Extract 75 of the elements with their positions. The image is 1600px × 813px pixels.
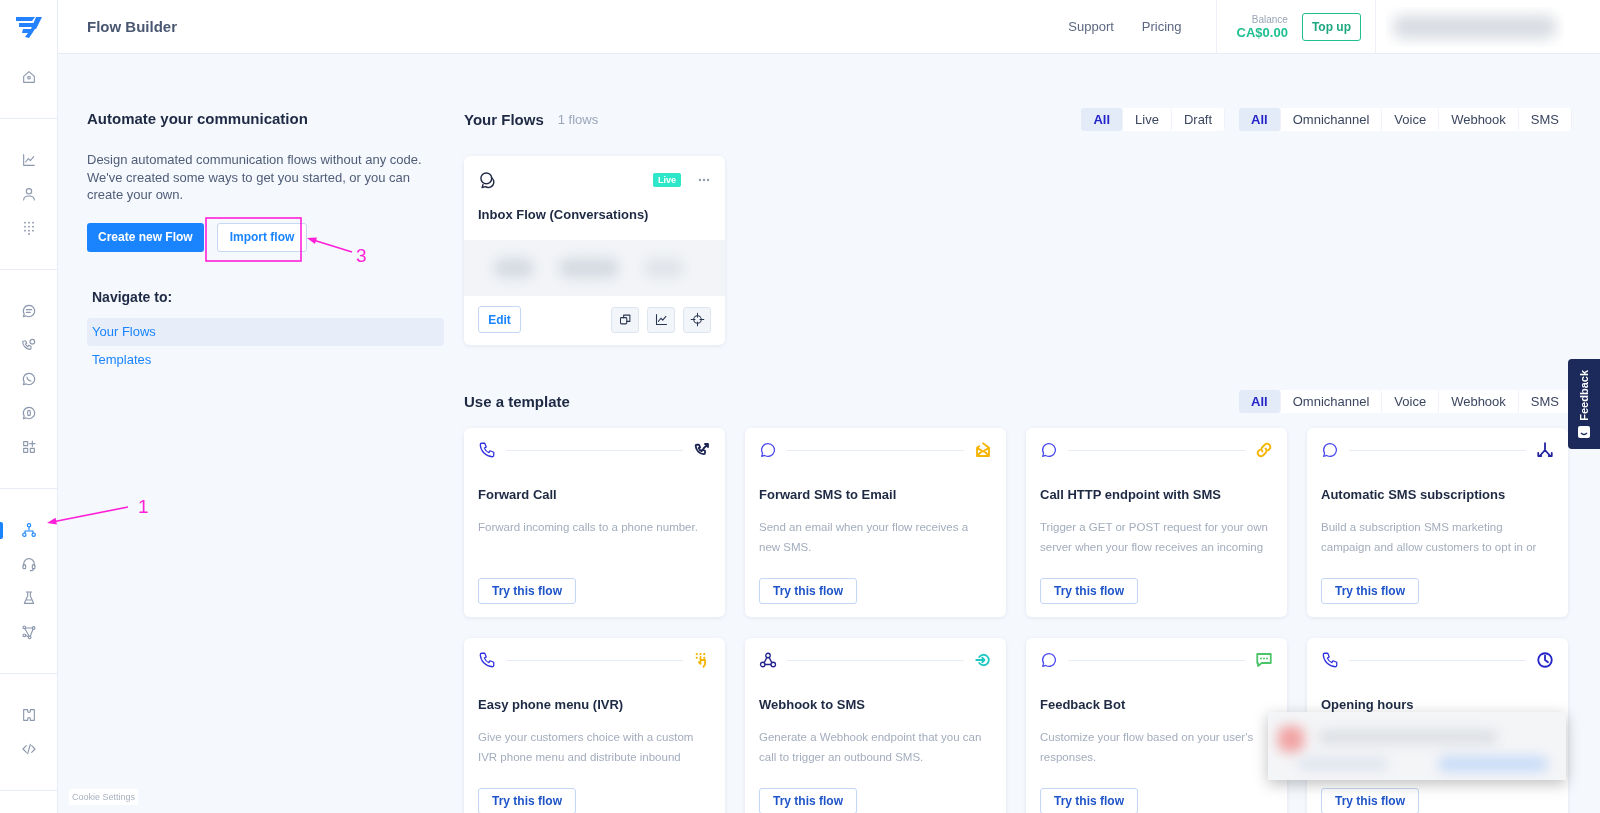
test-button[interactable] [683,306,711,333]
apps-icon [20,439,37,455]
chat-phone-icon [20,371,37,387]
template-description: Send an email when your flow receives a new SMS. [759,520,970,555]
flow-title: Inbox Flow (Conversations) [477,206,650,222]
try-flow-button[interactable]: Try this flow [1321,788,1419,813]
target-icon [689,312,705,327]
section-title: Use a template [464,392,570,410]
chat-icon [1040,651,1058,669]
template-description: Build a subscription SMS marketing campaign and allow customers to opt in or [1321,520,1538,555]
annotation-arrow [307,237,353,253]
filter-tab[interactable]: All [1081,107,1124,131]
person-icon [20,186,37,202]
balance-amount: CA$0.00 [1236,24,1288,40]
nav-link[interactable]: Templates [87,345,444,374]
intro-text: Design automated communication flows without any code. We've created some ways to get you started, or you can create your own. [87,151,423,204]
phone-icon [478,651,496,669]
create-flow-button[interactable]: Create new Flow [87,222,204,252]
page-title: Flow Builder [86,18,178,35]
template-title: Call HTTP endpoint with SMS [1040,486,1223,504]
template-title: Automatic SMS subscriptions [1321,486,1507,504]
try-flow-button[interactable]: Try this flow [478,788,576,813]
chat-coin-icon [20,405,37,421]
annotation-label: 3 [356,245,367,267]
smile-icon [1578,426,1590,439]
copy-icon [617,312,633,327]
try-flow-button[interactable]: Try this flow [759,578,857,604]
feedback-tab[interactable]: Feedback [1568,359,1600,449]
try-flow-button[interactable]: Try this flow [1040,788,1138,813]
template-title: Easy phone menu (IVR) [478,696,625,714]
phone-icon [1321,651,1339,669]
try-flow-button[interactable]: Try this flow [478,578,576,604]
chat-icon [20,303,37,319]
chat-icon [759,441,777,459]
chat-icon [1040,441,1058,459]
header-link[interactable]: Support [1068,19,1114,34]
status-badge: Live [653,173,681,187]
chart-icon [20,152,37,168]
import-flow-button[interactable]: Import flow [216,222,308,252]
chat-icon [1321,441,1339,459]
webhook-icon [759,651,777,669]
template-title: Feedback Bot [1040,696,1127,714]
logo[interactable] [14,15,43,39]
annotation-label: 1 [138,496,149,518]
edit-button[interactable]: Edit [478,306,521,333]
template-description: Forward incoming calls to a phone number. [478,520,699,535]
section-title: Your Flows [464,110,544,128]
template-title: Webhook to SMS [759,696,866,714]
stats-button[interactable] [647,306,675,333]
balance-label: Balance [1251,13,1288,25]
template-title: Forward SMS to Email [759,486,898,504]
template-description: Customize your flow based on your user's responses. [1040,730,1255,765]
filter-tab[interactable]: All [1239,107,1281,131]
headset-icon [20,556,37,572]
flow-count: 1 flows [557,111,599,127]
template-title: Opening hours [1321,696,1415,714]
section-title: Automate your communication [87,109,309,129]
navigate-title: Navigate to: [92,288,174,305]
template-description: Give your customers choice with a custom IVR phone menu and distribute inbound [478,730,695,765]
phone-icon [20,337,37,353]
copy-button[interactable] [611,306,639,333]
chart-icon [653,312,669,327]
home-icon [20,69,37,85]
flow-icon [20,522,37,538]
header-link[interactable]: Pricing [1141,19,1182,34]
code-icon [20,741,37,757]
template-description: Generate a Webhook endpoint that you can call to trigger an outbound SMS. [759,730,983,765]
template-title: Forward Call [478,486,558,504]
try-flow-button[interactable]: Try this flow [1321,578,1419,604]
template-description: Trigger a GET or POST request for your own server when your flow receives an incoming [1040,520,1269,555]
phone-icon [478,441,496,459]
network-icon [20,624,37,640]
try-flow-button[interactable]: Try this flow [1040,578,1138,604]
try-flow-button[interactable]: Try this flow [759,788,857,813]
filter-tab[interactable]: All [1239,389,1281,413]
